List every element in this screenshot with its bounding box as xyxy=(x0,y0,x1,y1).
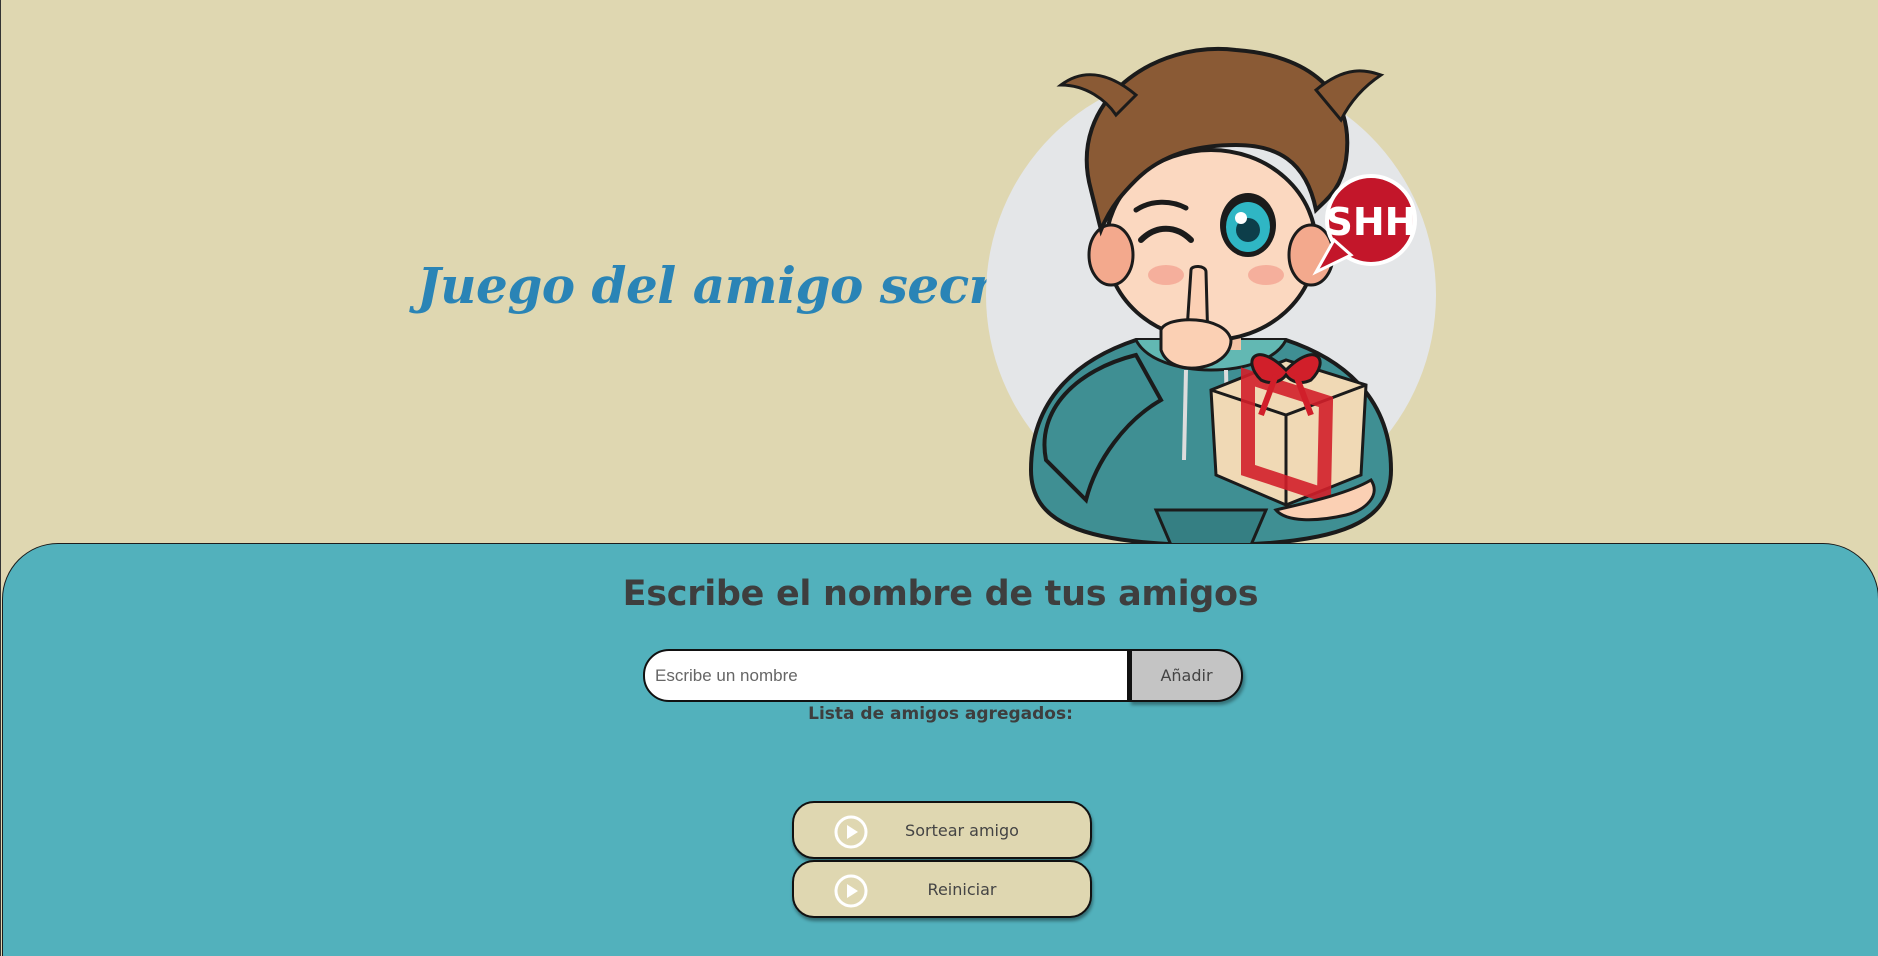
secret-friend-mascot-icon: SHH xyxy=(986,46,1436,545)
page: Juego del amigo secreto SHH Escribe el n… xyxy=(0,0,1878,956)
reset-button[interactable]: Reiniciar xyxy=(792,860,1092,918)
friend-list-label: Lista de amigos agregados: xyxy=(808,704,1073,724)
section-title: Escribe el nombre de tus amigos xyxy=(622,574,1259,614)
name-input[interactable] xyxy=(643,649,1129,702)
friend-list xyxy=(643,732,1243,802)
add-friend-form: Añadir xyxy=(643,649,1243,702)
header: Juego del amigo secreto SHH xyxy=(1,0,1878,545)
page-title: Juego del amigo secreto xyxy=(417,256,1082,315)
main-section: Escribe el nombre de tus amigos Añadir L… xyxy=(2,543,1878,956)
draw-friend-label: Sortear amigo xyxy=(905,820,1019,840)
reset-label: Reiniciar xyxy=(927,879,997,899)
draw-friend-button[interactable]: Sortear amigo xyxy=(792,801,1092,859)
bubble-text: SHH xyxy=(1326,200,1417,244)
add-button[interactable]: Añadir xyxy=(1129,649,1243,702)
